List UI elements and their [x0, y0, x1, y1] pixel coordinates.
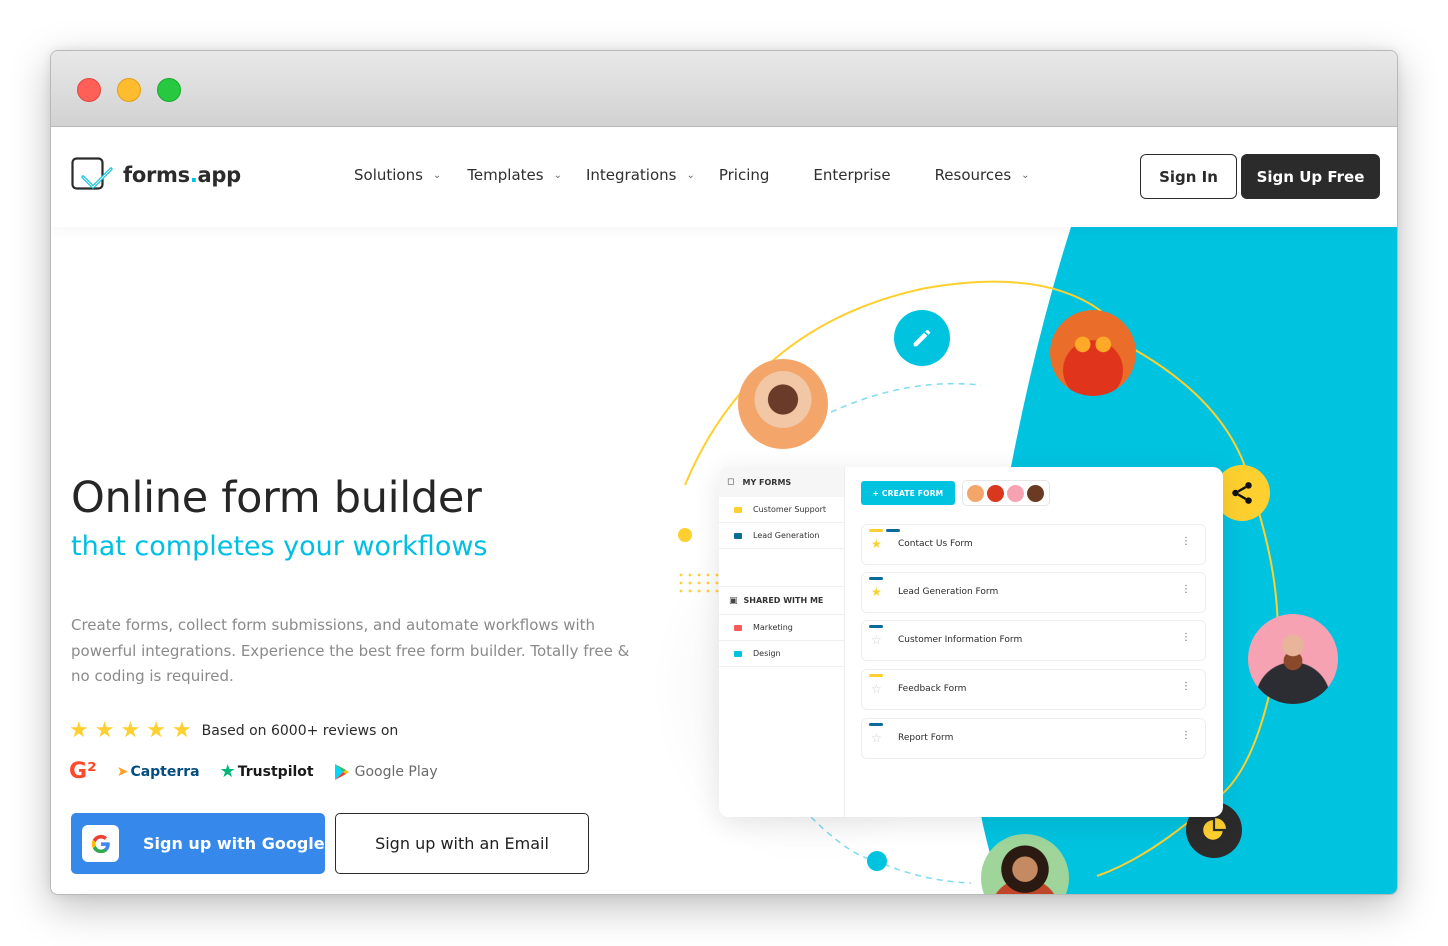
star-icon: ★	[171, 718, 192, 743]
more-options-icon[interactable]: ⋮	[1181, 633, 1191, 643]
shared-with-me-header: ▣ SHARED WITH ME	[719, 587, 844, 615]
star-outline-icon[interactable]: ☆	[871, 683, 882, 695]
g2-logo[interactable]: G²	[69, 759, 97, 784]
orbit-dashed-arc	[820, 382, 982, 418]
page: ◻ MY FORMS Customer Support Lead Generat…	[51, 127, 1397, 894]
review-platforms: G² ➤ Capterra ★ Trustpilot Google Play	[69, 759, 458, 784]
star-icon: ★	[146, 718, 166, 743]
create-form-button[interactable]: + CREATE FORM	[861, 481, 955, 505]
yellow-node	[678, 528, 692, 542]
sign-up-email-button[interactable]: Sign up with an Email	[335, 813, 589, 874]
rating: ★ ★ ★ ★ ★ Based on 6000+ reviews on	[69, 720, 398, 742]
avatar-bearded-man	[1248, 614, 1338, 704]
hero-subtitle: that completes your workflows	[71, 531, 488, 562]
form-list-item[interactable]: ★ Contact Us Form ⋮	[861, 524, 1206, 565]
more-options-icon[interactable]: ⋮	[1181, 682, 1191, 692]
capterra-arrow-icon: ➤	[116, 763, 129, 780]
folder-icon	[734, 506, 742, 513]
avatar-girl-oranges	[1050, 310, 1136, 396]
star-outline-icon[interactable]: ☆	[871, 634, 882, 646]
rating-text: Based on 6000+ reviews on	[201, 723, 399, 739]
google-play-icon	[334, 763, 349, 780]
folder-icon	[734, 624, 742, 631]
minimize-window-button[interactable]	[117, 78, 141, 102]
cyan-node	[867, 851, 887, 871]
nav-templates[interactable]: Templates ⌄	[467, 166, 562, 184]
main-nav: Solutions ⌄ Templates ⌄ Integrations ⌄ Pric…	[354, 166, 1030, 184]
trustpilot-star-icon: ★	[219, 761, 236, 782]
nav-solutions[interactable]: Solutions ⌄	[354, 166, 441, 184]
avatar	[1027, 484, 1044, 502]
site-header: forms.app Solutions ⌄ Templates ⌄ Integrat…	[51, 127, 1397, 227]
checkmark-frame-icon	[71, 157, 113, 190]
pencil-icon	[913, 329, 931, 347]
window-titlebar	[51, 51, 1397, 127]
folder-icon	[734, 650, 742, 657]
star-icon: ★	[69, 718, 89, 743]
logo-text: forms.app	[123, 163, 241, 187]
pie-chart-icon	[1203, 818, 1226, 840]
more-options-icon[interactable]: ⋮	[1181, 537, 1191, 547]
nav-integrations[interactable]: Integrations ⌄	[586, 166, 695, 184]
star-filled-icon[interactable]: ★	[871, 538, 882, 550]
avatar	[987, 484, 1004, 502]
browser-window: ◻ MY FORMS Customer Support Lead Generat…	[50, 50, 1398, 895]
avatar-woman-ok-sign	[738, 359, 828, 449]
folder-icon	[734, 532, 742, 539]
google-icon	[82, 825, 119, 862]
hero-description: Create forms, collect form submissions, …	[71, 616, 630, 685]
folder-item[interactable]: Marketing	[719, 615, 844, 641]
form-list-item[interactable]: ☆ Report Form ⋮	[861, 718, 1206, 759]
avatar	[1007, 484, 1024, 502]
star-outline-icon[interactable]: ☆	[871, 732, 882, 744]
collaborator-avatars	[962, 480, 1050, 506]
avatar	[967, 484, 984, 502]
sign-up-free-button[interactable]: Sign Up Free	[1241, 154, 1380, 199]
hero-title: Online form builder	[71, 473, 482, 523]
share-icon	[1232, 482, 1252, 504]
maximize-window-button[interactable]	[157, 78, 181, 102]
mock-sidebar: ◻ MY FORMS Customer Support Lead Generat…	[719, 467, 845, 817]
sign-in-button[interactable]: Sign In	[1140, 154, 1237, 199]
chevron-down-icon: ⌄	[432, 169, 442, 181]
folder-open-icon: ◻	[727, 477, 735, 487]
chevron-down-icon: ⌄	[686, 169, 695, 181]
folder-item[interactable]: Design	[719, 641, 844, 667]
forms-dashboard-mock: ◻ MY FORMS Customer Support Lead Generat…	[719, 467, 1223, 817]
form-list-item[interactable]: ☆ Feedback Form ⋮	[861, 669, 1206, 710]
google-play-logo[interactable]: Google Play	[334, 763, 438, 781]
trustpilot-logo[interactable]: ★ Trustpilot	[220, 761, 314, 782]
nav-enterprise[interactable]: Enterprise	[813, 166, 890, 184]
folder-item[interactable]: Customer Support	[719, 497, 844, 523]
logo[interactable]: forms.app	[71, 157, 241, 193]
shared-folder-icon: ▣	[729, 595, 738, 606]
star-filled-icon[interactable]: ★	[871, 586, 882, 598]
sign-up-google-button[interactable]: Sign up with Google	[71, 813, 325, 874]
nav-pricing[interactable]: Pricing	[719, 166, 770, 184]
chevron-down-icon: ⌄	[1021, 169, 1030, 181]
star-icon: ★	[120, 718, 141, 743]
folder-item[interactable]: Lead Generation	[719, 523, 844, 549]
form-list-item[interactable]: ☆ Customer Information Form ⋮	[861, 620, 1206, 661]
edit-pencil-badge	[894, 310, 950, 366]
more-options-icon[interactable]: ⋮	[1181, 731, 1191, 741]
more-options-icon[interactable]: ⋮	[1181, 585, 1191, 595]
my-forms-header: ◻ MY FORMS	[719, 467, 844, 497]
close-window-button[interactable]	[77, 78, 101, 102]
capterra-logo[interactable]: ➤ Capterra	[117, 764, 200, 780]
form-list-item[interactable]: ★ Lead Generation Form ⋮	[861, 572, 1206, 613]
nav-resources[interactable]: Resources ⌄	[935, 166, 1030, 184]
chevron-down-icon: ⌄	[553, 169, 562, 181]
star-icon: ★	[94, 718, 115, 743]
